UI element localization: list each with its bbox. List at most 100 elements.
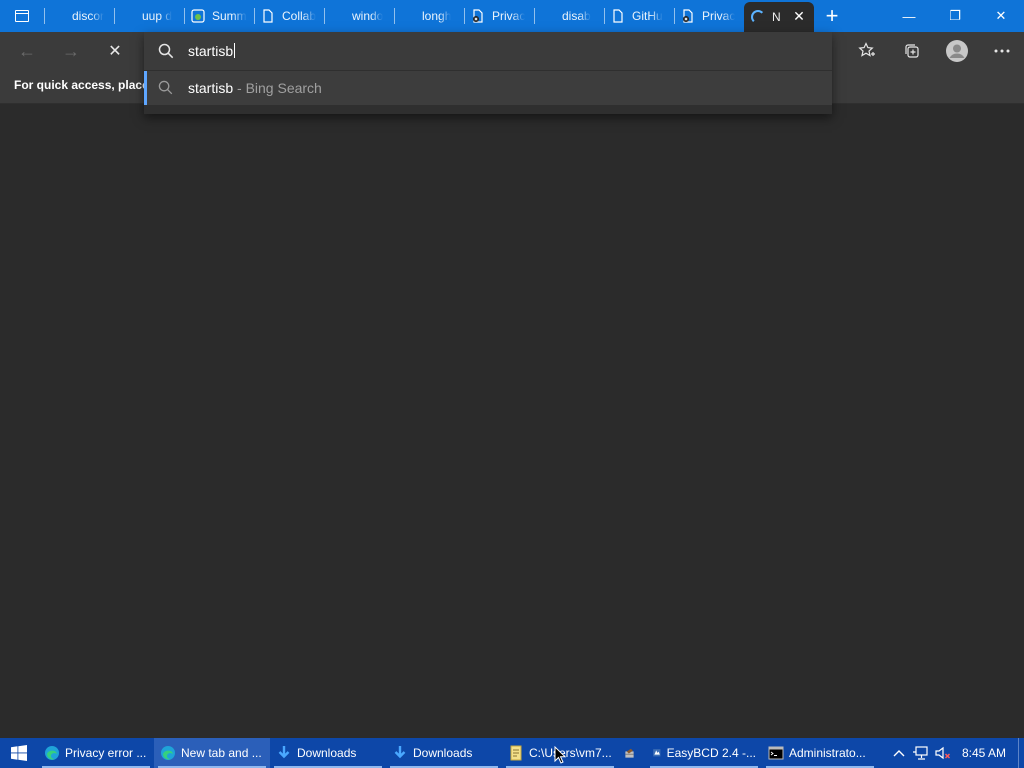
taskbar-item[interactable]: Privacy error ... (38, 738, 154, 768)
tab-separator (604, 8, 605, 24)
tab[interactable]: Collab (254, 0, 324, 32)
avatar-icon (945, 40, 968, 62)
tab-actions-button[interactable] (0, 0, 44, 32)
tab-label: Privac (492, 9, 526, 23)
tab[interactable]: longh (394, 0, 464, 32)
taskbar-item-label: Downloads (413, 746, 473, 760)
start-button[interactable] (0, 738, 38, 768)
tools-icon (624, 745, 635, 761)
volume-muted-icon (935, 746, 950, 760)
notepad-icon (508, 745, 524, 761)
tab-separator (44, 8, 45, 24)
taskbar-item[interactable]: Downloads (386, 738, 502, 768)
more-button[interactable] (979, 32, 1024, 70)
download-arrow-icon (276, 745, 292, 761)
error-page-icon (680, 8, 696, 24)
taskbar-item[interactable]: Administrato... (762, 738, 878, 768)
tab-separator (324, 8, 325, 24)
suggestion-item[interactable]: startisb - Bing Search (144, 71, 832, 105)
tab-label: GitHu (632, 9, 663, 23)
suggestion-query: startisb (188, 80, 234, 96)
error-page-icon (470, 8, 486, 24)
tab-separator (464, 8, 465, 24)
tab-label: Collab (282, 9, 317, 23)
edge-icon (44, 745, 60, 761)
easybcd-icon (652, 745, 662, 761)
blank-favicon-icon (330, 8, 346, 24)
clock[interactable]: 8:45 AM (954, 746, 1018, 760)
close-button[interactable]: ✕ (978, 0, 1024, 32)
taskbar: Privacy error ... New tab and ... Download… (0, 738, 1024, 768)
taskbar-item-label: Privacy error ... (65, 746, 147, 760)
collections-icon (904, 44, 919, 58)
tab-label: discor (72, 9, 105, 23)
forward-button[interactable]: → (56, 36, 86, 66)
text-caret (234, 43, 236, 58)
tab-close-icon[interactable]: ✕ (792, 9, 806, 23)
tab-active[interactable]: N ✕ (744, 2, 814, 32)
volume-button[interactable] (932, 738, 954, 768)
tab-label: uup d (142, 9, 173, 23)
tray-overflow-button[interactable] (888, 738, 910, 768)
taskbar-item[interactable]: Downloads (270, 738, 386, 768)
page-content (0, 104, 1024, 738)
ellipsis-icon (994, 49, 1009, 53)
show-desktop-button[interactable] (1018, 738, 1024, 768)
favorites-bar-message: For quick access, place y (14, 78, 149, 92)
blank-favicon-icon (400, 8, 416, 24)
tab[interactable]: discor (44, 0, 114, 32)
taskbar-item-label: New tab and ... (181, 746, 262, 760)
network-button[interactable] (910, 738, 932, 768)
back-button[interactable]: ← (12, 36, 42, 66)
taskbar-items: Privacy error ... New tab and ... Download… (38, 738, 878, 768)
tab-label: Summ (212, 9, 247, 23)
tab[interactable]: disab (534, 0, 604, 32)
favorites-button[interactable] (844, 32, 889, 70)
search-icon (158, 80, 173, 95)
profile-button[interactable] (934, 32, 979, 70)
stop-button[interactable]: ✕ (100, 36, 130, 66)
taskbar-item-label: C:\Users\vm7... (529, 746, 612, 760)
new-tab-button[interactable]: + (814, 0, 850, 32)
tab-label: disab (562, 9, 591, 23)
network-icon (912, 746, 928, 760)
address-input-value: startisb (188, 43, 234, 59)
blank-favicon-icon (50, 8, 66, 24)
tab-separator (674, 8, 675, 24)
green-icon (190, 8, 206, 24)
taskbar-item-label: Downloads (297, 746, 357, 760)
page-icon (610, 8, 626, 24)
star-icon (857, 42, 875, 57)
blank-favicon-icon (120, 8, 136, 24)
tab[interactable]: windo (324, 0, 394, 32)
tab-actions-icon (15, 10, 29, 22)
tab[interactable]: Summ (184, 0, 254, 32)
taskbar-item[interactable]: EasyBCD 2.4 -... (646, 738, 762, 768)
window-controls: — ❐ ✕ (886, 0, 1024, 32)
tab[interactable]: GitHu (604, 0, 674, 32)
tab[interactable]: Privac (464, 0, 534, 32)
tab-strip: discor uup d Summ Collab windo longh Privac dis… (0, 0, 1024, 32)
restore-button[interactable]: ❐ (932, 0, 978, 32)
taskbar-item-label: Administrato... (789, 746, 866, 760)
cmd-icon (768, 745, 784, 761)
tab[interactable]: uup d (114, 0, 184, 32)
taskbar-item-label: EasyBCD 2.4 -... (666, 746, 756, 760)
tab[interactable]: Privac (674, 0, 744, 32)
tab-separator (114, 8, 115, 24)
tab-separator (184, 8, 185, 24)
address-input[interactable]: startisb (188, 43, 236, 59)
page-icon (260, 8, 276, 24)
chevron-up-icon (893, 750, 905, 757)
taskbar-item[interactable] (618, 738, 646, 768)
tab-label: windo (352, 9, 384, 23)
address-bar[interactable]: startisb (144, 32, 832, 70)
mouse-cursor-icon (554, 746, 566, 764)
edge-icon (160, 745, 176, 761)
download-arrow-icon (392, 745, 408, 761)
minimize-button[interactable]: — (886, 0, 932, 32)
collections-button[interactable] (889, 32, 934, 70)
tab-label: longh (422, 9, 452, 23)
tab-label: Privac (702, 9, 736, 23)
taskbar-item[interactable]: New tab and ... (154, 738, 270, 768)
